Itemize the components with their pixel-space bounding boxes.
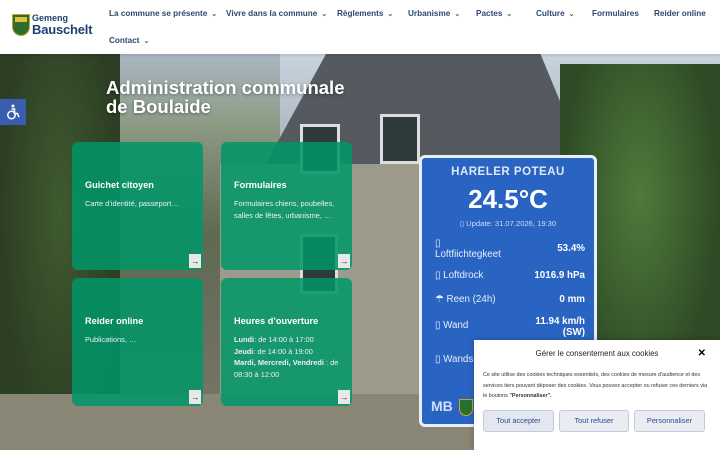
nav-item-commune[interactable]: La commune se présente ⌄	[109, 9, 217, 18]
chevron-down-icon: ⌄	[143, 37, 150, 45]
card-text: Carte d’identité, passeport…	[85, 199, 179, 208]
customize-button[interactable]: Personnaliser	[634, 410, 705, 432]
hours-days: Jeudi	[234, 346, 254, 356]
card-title: Formulaires	[234, 180, 287, 190]
card-text: Publications, …	[85, 335, 137, 344]
arrow-right-icon[interactable]: →	[189, 390, 201, 404]
weather-label: Reen (24h)	[446, 294, 496, 305]
nav-item-urbanisme[interactable]: Urbanisme ⌄	[408, 9, 460, 18]
weather-update-text: Update: 31.07.2026, 19:30	[466, 219, 557, 228]
weather-row-humidity: ▯ Loftfiichtegkeet 53.4%	[435, 238, 585, 264]
close-icon[interactable]: ✕	[698, 348, 706, 359]
opening-hours: Lundi: de 14:00 à 17:00 Jeudi: de 14:00 …	[234, 334, 340, 380]
chevron-down-icon: ⌄	[568, 10, 575, 18]
wheelchair-icon	[7, 104, 20, 120]
nav-item-pactes[interactable]: Pactes ⌄	[476, 9, 512, 18]
chevron-down-icon: ⌄	[211, 10, 218, 18]
cookie-title: Gérer le consentement aux cookies	[535, 349, 659, 358]
chevron-down-icon: ⌄	[321, 10, 328, 18]
weather-value: 53.4%	[557, 243, 585, 254]
meteo-logo: MB	[431, 398, 453, 414]
card-reider-online[interactable]: Reider online Publications, … →	[72, 278, 203, 406]
site-header: Gemeng Bauschelt La commune se présente ⌄…	[0, 0, 720, 54]
nav-label: Reider online	[654, 9, 706, 18]
title-line1: Administration communale	[106, 77, 345, 98]
gust-icon: ▯	[435, 354, 444, 365]
hours-time: : de 14:00 à 17:00	[254, 335, 314, 344]
chevron-down-icon: ⌄	[387, 10, 394, 18]
weather-temperature: 24.5°C	[468, 184, 548, 214]
weather-label: Loftdrock	[443, 270, 484, 281]
wind-icon: ▯	[435, 320, 444, 331]
weather-row-rain: ☂ Reen (24h) 0 mm	[435, 294, 585, 305]
nav-label: Pactes	[476, 9, 503, 18]
weather-label: Wand	[443, 320, 469, 331]
weather-value: 0 mm	[559, 294, 585, 305]
hours-days: Mardi, Mercredi, Vendredi	[234, 358, 324, 367]
arrow-right-icon[interactable]: →	[189, 254, 201, 268]
arrow-right-icon[interactable]: →	[338, 390, 350, 404]
nav-item-reglements[interactable]: Règlements ⌄	[337, 9, 393, 18]
nav-item-culture[interactable]: Culture ⌄	[536, 9, 575, 18]
weather-label: Wands	[443, 354, 474, 365]
nav-label: La commune se présente	[109, 9, 208, 18]
chevron-down-icon: ⌄	[454, 10, 461, 18]
nav-label: Contact	[109, 36, 140, 45]
hours-time: : de 14:00 à 19:00	[253, 346, 313, 356]
building-window	[380, 114, 420, 164]
weather-row-wind: ▯ Wand 11.94 km/h (SW)	[435, 316, 585, 338]
card-title: Heures d’ouverture	[234, 316, 319, 326]
logo-line2: Bauschelt	[32, 22, 93, 37]
site-logo[interactable]: Gemeng Bauschelt	[12, 12, 93, 40]
cookie-text: Ce site utilise des cookies techniques e…	[483, 370, 711, 402]
nav-item-contact[interactable]: Contact ⌄	[109, 36, 149, 45]
weather-row-pressure: ▯ Loftdrock 1016.9 hPa	[435, 270, 585, 281]
chevron-down-icon: ⌄	[506, 10, 513, 18]
nav-label: Formulaires	[592, 9, 639, 18]
nav-label: Vivre dans la commune	[226, 9, 318, 18]
weather-station-name: HARELER POTEAU	[451, 166, 565, 178]
accept-all-button[interactable]: Tout accepter	[483, 410, 554, 432]
card-formulaires[interactable]: Formulaires Formulaires chiens, poubelle…	[221, 142, 352, 270]
accessibility-button[interactable]	[0, 99, 26, 125]
card-guichet-citoyen[interactable]: Guichet citoyen Carte d’identité, passep…	[72, 142, 203, 270]
nav-item-vivre[interactable]: Vivre dans la commune ⌄	[226, 9, 327, 18]
card-heures-ouverture[interactable]: Heures d’ouverture Lundi: de 14:00 à 17:…	[221, 278, 352, 406]
card-title: Reider online	[85, 316, 144, 326]
title-line2: de Boulaide	[106, 96, 211, 117]
nav-label: Règlements	[337, 9, 384, 18]
cookie-consent-dialog: Gérer le consentement aux cookies ✕ Ce s…	[474, 340, 720, 450]
cookie-body-bold: "Personnaliser".	[509, 393, 552, 399]
weather-value: 1016.9 hPa	[534, 270, 585, 281]
hours-days: Lundi	[234, 335, 255, 344]
nav-item-formulaires[interactable]: Formulaires	[592, 9, 639, 18]
nav-label: Culture	[536, 9, 565, 18]
page-title: Administration communale de Boulaide	[106, 78, 344, 116]
nav-label: Urbanisme	[408, 9, 451, 18]
weather-value: 11.94 km/h (SW)	[535, 316, 585, 338]
card-text: Formulaires chiens, poubelles, salles de…	[234, 199, 335, 220]
umbrella-icon: ☂	[435, 294, 447, 305]
coat-of-arms-icon	[12, 14, 30, 36]
pressure-icon: ▯	[435, 270, 444, 281]
coat-of-arms-icon	[459, 399, 473, 416]
weather-update: ▯ Update: 31.07.2026, 19:30	[422, 219, 594, 228]
arrow-right-icon[interactable]: →	[338, 254, 350, 268]
nav-item-reider-online[interactable]: Reider online	[654, 9, 706, 18]
refuse-all-button[interactable]: Tout refuser	[559, 410, 629, 432]
card-title: Guichet citoyen	[85, 180, 154, 190]
